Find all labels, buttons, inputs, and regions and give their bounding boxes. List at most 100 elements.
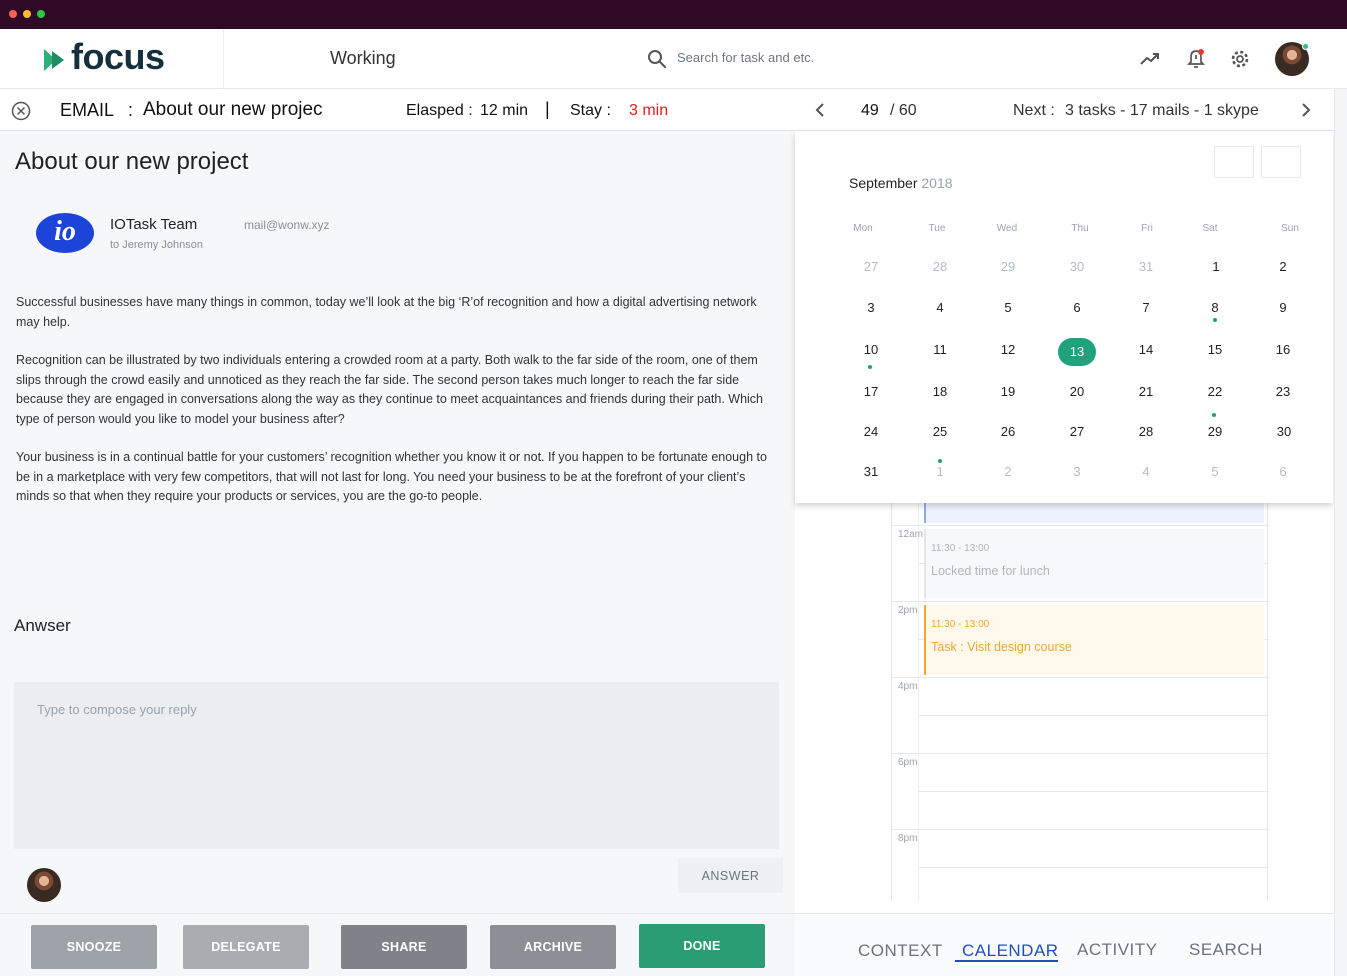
weekday-header: Sun (1281, 223, 1299, 234)
calendar-day[interactable]: 28 (920, 259, 960, 274)
search-icon[interactable] (647, 49, 667, 69)
calendar-day[interactable]: 3 (1057, 464, 1097, 479)
calendar-day[interactable]: 17 (851, 384, 891, 399)
calendar-day[interactable]: 29 (1195, 424, 1235, 439)
calendar-day[interactable]: 22 (1195, 384, 1235, 399)
calendar-day[interactable]: 27 (851, 259, 891, 274)
elapsed-label: Elasped : (406, 102, 473, 119)
email-paragraph: Recognition can be illustrated by two in… (16, 353, 764, 426)
task-bar: EMAIL : About our new projec Elasped : 1… (0, 89, 1334, 131)
hour-label: 8pm (898, 833, 918, 844)
calendar-day[interactable]: 5 (988, 300, 1028, 315)
schedule-event-block[interactable] (924, 501, 1264, 523)
calendar-day[interactable]: 1 (1196, 259, 1236, 274)
calendar-day[interactable]: 2 (1263, 259, 1303, 274)
schedule-time-column-divider (918, 501, 919, 901)
hour-divider (892, 525, 1269, 526)
calendar-day[interactable]: 30 (1057, 259, 1097, 274)
calendar-day[interactable]: 14 (1126, 342, 1166, 357)
close-window-button[interactable] (9, 10, 17, 18)
calendar-day[interactable]: 2 (988, 464, 1028, 479)
task-title: About our new projec (143, 99, 323, 120)
sender-email[interactable]: mail@wonw.xyz (244, 218, 330, 232)
calendar-day[interactable]: 31 (851, 464, 891, 479)
next-summary: 3 tasks - 17 mails - 1 skype (1065, 102, 1259, 119)
calendar-day[interactable]: 18 (920, 384, 960, 399)
calendar-day[interactable]: 10 (851, 342, 891, 357)
window-scrollbar[interactable] (1334, 89, 1347, 976)
calendar-day[interactable]: 8 (1195, 300, 1235, 315)
delegate-button[interactable]: DELEGATE (183, 925, 309, 969)
calendar-day[interactable]: 25 (920, 424, 960, 439)
search-input[interactable] (677, 50, 977, 65)
settings-gear-icon[interactable] (1229, 48, 1251, 70)
tab-calendar[interactable]: CALENDAR (962, 941, 1059, 961)
task-event[interactable]: 11:30 - 13:00 Task : Visit design course (924, 605, 1264, 675)
snooze-button[interactable]: SNOOZE (31, 925, 157, 969)
calendar-day[interactable]: 1 (920, 464, 960, 479)
calendar-day[interactable]: 24 (851, 424, 891, 439)
stay-label: Stay : (570, 102, 611, 119)
hour-divider (892, 677, 1269, 678)
calendar-day[interactable]: 6 (1057, 300, 1097, 315)
app-header: focus Working (0, 29, 1347, 89)
sender-name[interactable]: IOTask Team (110, 216, 197, 233)
calendar-day[interactable]: 4 (920, 300, 960, 315)
calendar-day[interactable]: 7 (1126, 300, 1166, 315)
calendar-previous-month-button[interactable] (1214, 146, 1254, 178)
task-bar-divider: | (545, 99, 550, 119)
calendar-day[interactable]: 6 (1263, 464, 1303, 479)
answer-button[interactable]: ANSWER (678, 858, 783, 893)
calendar-day[interactable]: 9 (1263, 300, 1303, 315)
done-button[interactable]: DONE (639, 924, 765, 968)
calendar-day[interactable]: 12 (988, 342, 1028, 357)
answer-label: Anwser (14, 616, 71, 635)
calendar-day[interactable]: 31 (1126, 259, 1166, 274)
tab-activity[interactable]: ACTIVITY (1077, 940, 1158, 960)
minimize-window-button[interactable] (23, 10, 31, 18)
calendar-day[interactable]: 20 (1057, 384, 1097, 399)
reply-input[interactable] (14, 682, 779, 849)
calendar-day[interactable]: 30 (1264, 424, 1304, 439)
calendar-day[interactable]: 19 (988, 384, 1028, 399)
calendar-month-title: September 2018 (849, 175, 953, 191)
hour-divider (892, 601, 1269, 602)
side-panel-tabs: CONTEXT CALENDAR ACTIVITY SEARCH (795, 913, 1335, 976)
tab-search[interactable]: SEARCH (1189, 940, 1263, 960)
calendar-day[interactable]: 28 (1126, 424, 1166, 439)
maximize-window-button[interactable] (37, 10, 45, 18)
calendar-day[interactable]: 27 (1057, 424, 1097, 439)
previous-task-chevron-icon[interactable] (813, 102, 827, 118)
archive-button[interactable]: ARCHIVE (490, 925, 616, 969)
sender-logo: io (36, 213, 94, 253)
trending-up-icon[interactable] (1139, 48, 1161, 70)
tab-context[interactable]: CONTEXT (858, 941, 943, 961)
calendar-day[interactable]: 4 (1126, 464, 1166, 479)
close-task-icon[interactable] (11, 101, 31, 121)
calendar-day[interactable]: 23 (1263, 384, 1303, 399)
window-title-bar (0, 0, 1347, 29)
calendar-day[interactable]: 16 (1263, 342, 1303, 357)
stay-value: 3 min (629, 102, 669, 119)
weekday-header: Fri (1141, 223, 1153, 234)
locked-lunch-event[interactable]: 11:30 - 13:00 Locked time for lunch (924, 529, 1264, 598)
calendar-day[interactable]: 15 (1195, 342, 1235, 357)
calendar-selected-day[interactable]: 13 (1058, 338, 1096, 366)
half-hour-divider (918, 867, 1269, 868)
calendar-next-month-button[interactable] (1261, 146, 1301, 178)
calendar-day[interactable]: 21 (1126, 384, 1166, 399)
calendar-day[interactable]: 3 (851, 300, 891, 315)
app-logo[interactable]: focus (0, 29, 224, 89)
online-status-indicator (1302, 43, 1309, 50)
logo-play-icon (44, 49, 64, 71)
calendar-day[interactable]: 26 (988, 424, 1028, 439)
event-indicator-dot (1213, 318, 1217, 322)
next-task-chevron-icon[interactable] (1299, 102, 1313, 118)
email-recipient: to Jeremy Johnson (110, 239, 203, 251)
calendar-day[interactable]: 29 (988, 259, 1028, 274)
share-button[interactable]: SHARE (341, 925, 467, 969)
calendar-day[interactable]: 11 (920, 342, 960, 357)
work-status[interactable]: Working (330, 48, 396, 69)
calendar-day[interactable]: 5 (1195, 464, 1235, 479)
notification-bell-icon[interactable] (1185, 48, 1207, 70)
